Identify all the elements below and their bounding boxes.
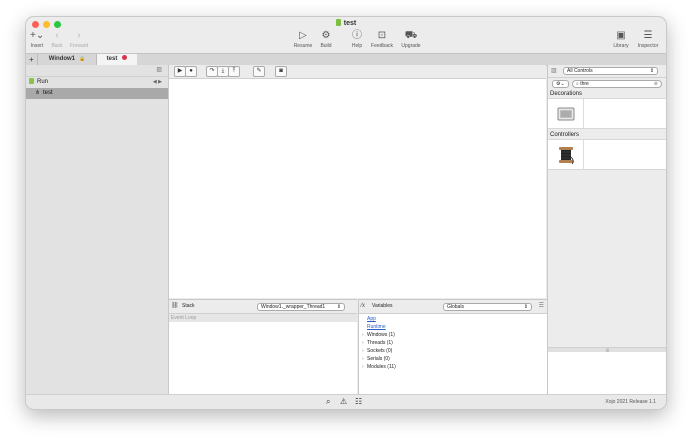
clear-search-icon[interactable]: ⊗ — [654, 81, 658, 88]
tab-test[interactable]: test — [97, 54, 137, 65]
library-button[interactable]: ▣ Library — [610, 29, 632, 49]
thread-spool-icon — [558, 146, 574, 164]
library-item-decoration[interactable] — [548, 99, 584, 128]
decorations-row — [548, 98, 666, 129]
chevron-updown-icon: ⇕ — [336, 304, 341, 310]
breakpoint-button[interactable]: ◙ — [275, 66, 287, 77]
code-editor[interactable]: ▶ ● ↷ ⤓ ⤒ ✎ ◙ — [169, 65, 546, 298]
chevron-updown-icon: ⇕ — [649, 68, 654, 74]
help-icon: ⓘ — [352, 30, 362, 41]
controls-filter-select[interactable]: All Controls ⇕ — [563, 67, 658, 75]
scope-select[interactable]: Globals ⇕ — [443, 303, 532, 311]
insert-button[interactable]: +⌄ Insert — [30, 29, 44, 49]
controllers-row — [548, 139, 666, 170]
messages-icon[interactable]: ☷ — [355, 397, 362, 406]
play-icon: ▷ — [299, 30, 307, 41]
step-in-icon: ⤓ — [221, 68, 225, 74]
list-icon: ☰ — [643, 30, 653, 41]
library-search-row: ⚙⌄ ⌕ thre ⊗ — [548, 78, 666, 90]
chevron-right-icon: › — [77, 30, 81, 41]
bug-icon — [122, 55, 128, 60]
run-icon — [29, 78, 34, 84]
version-label: Xojo 2021 Release 1.1 — [605, 399, 656, 405]
navigator-run-row[interactable]: Run ◀ ▶ — [26, 77, 168, 88]
library-description-area — [548, 352, 666, 394]
stack-pane: ⛓ Stack Window1._wrapper_Thread1 ⇕ Event … — [169, 299, 357, 395]
navigator-panel: ▥ Run ◀ ▶ ⋔ test — [26, 65, 169, 394]
library-item-thread[interactable] — [548, 140, 584, 169]
canvas-control-icon — [557, 107, 574, 120]
pane-menu-icon[interactable]: ☰ — [539, 300, 544, 313]
app-window: test +⌄ Insert ‹ Back › Forward ▷ Resume ⚙ Bu… — [25, 16, 667, 410]
variable-group-serials[interactable]: › Serials (0) — [359, 355, 547, 363]
build-button[interactable]: ⚙ Build — [317, 29, 335, 49]
lock-icon: 🔒 — [79, 56, 86, 62]
chevron-left-icon: ‹ — [55, 30, 59, 41]
debugger-toolbar: ▶ ● ↷ ⤓ ⤒ ✎ ◙ — [169, 65, 546, 79]
inspector-button[interactable]: ☰ Inspector — [635, 29, 661, 49]
warning-icon[interactable]: ⚠ — [340, 397, 347, 406]
variable-link-runtime[interactable]: Runtime — [359, 323, 547, 331]
breakpoint-icon: ◙ — [279, 68, 283, 74]
cart-icon: ⛟ — [404, 30, 418, 41]
back-button[interactable]: ‹ Back — [48, 29, 66, 49]
step-over-icon: ↷ — [209, 68, 215, 74]
variable-link-app[interactable]: App — [359, 315, 547, 323]
document-icon — [335, 19, 341, 26]
stop-debug-button[interactable]: ● — [185, 66, 197, 77]
resume-button[interactable]: ▷ Resume — [292, 29, 314, 49]
thread-select[interactable]: Window1._wrapper_Thread1 ⇕ — [257, 303, 345, 311]
variable-group-modules[interactable]: › Modules (11) — [359, 363, 547, 371]
variable-group-sockets[interactable]: › Sockets (0) — [359, 347, 547, 355]
variable-group-threads[interactable]: › Threads (1) — [359, 339, 547, 347]
panel-toggle-icon[interactable]: ▥ — [156, 66, 162, 73]
library-panel: ▥ All Controls ⇕ ⚙⌄ ⌕ thre ⊗ Decorations C… — [547, 65, 666, 394]
tab-window1[interactable]: Window1 🔒 — [38, 54, 97, 65]
stack-row[interactable]: Event Loop — [169, 314, 357, 322]
variables-header: ⁄x Variables Globals ⇕ ☰ — [359, 300, 547, 314]
status-bar: ⌕ ⚠ ☷ Xojo 2021 Release 1.1 — [26, 394, 666, 409]
variables-pane: ⁄x Variables Globals ⇕ ☰ App Runtime › Win… — [358, 299, 547, 395]
forward-button[interactable]: › Forward — [68, 29, 90, 49]
thread-icon: ⋔ — [34, 90, 41, 96]
feedback-icon: ⊡ — [377, 30, 387, 41]
stop-icon: ● — [189, 68, 193, 74]
controllers-label: Controllers — [550, 132, 580, 138]
chevron-updown-icon: ⇕ — [523, 304, 528, 310]
help-button[interactable]: ⓘ Help — [349, 29, 365, 49]
step-out-icon: ⤒ — [232, 68, 236, 74]
step-arrows-icon[interactable]: ◀ ▶ — [153, 77, 162, 88]
navigator-thread-row[interactable]: ⋔ test — [26, 88, 168, 99]
variables-icon: ⁄x — [361, 303, 366, 309]
edit-code-button[interactable]: ✎ — [253, 66, 265, 77]
library-search-input[interactable]: ⌕ thre ⊗ — [572, 80, 662, 88]
window-title: test — [26, 19, 666, 27]
search-options-button[interactable]: ⚙⌄ — [552, 80, 569, 88]
feedback-button[interactable]: ⊡ Feedback — [369, 29, 395, 49]
navigator-header: ▥ — [26, 65, 168, 77]
panel-toggle-icon[interactable]: ▥ — [551, 67, 557, 74]
step-out-button[interactable]: ⤒ — [228, 66, 240, 77]
pencil-icon: ✎ — [256, 68, 262, 74]
search-icon[interactable]: ⌕ — [326, 397, 330, 407]
add-tab-button[interactable]: + — [26, 54, 38, 65]
library-icon: ▣ — [616, 30, 626, 41]
toolbar: +⌄ Insert ‹ Back › Forward ▷ Resume ⚙ Build ⓘ… — [26, 29, 666, 53]
upgrade-button[interactable]: ⛟ Upgrade — [399, 29, 423, 49]
decorations-label: Decorations — [550, 91, 583, 97]
library-header: ▥ All Controls ⇕ — [548, 65, 666, 78]
stack-header: ⛓ Stack Window1._wrapper_Thread1 ⇕ — [169, 300, 357, 314]
gear-icon: ⚙⌄ — [556, 81, 565, 87]
plus-icon: +⌄ — [30, 30, 45, 41]
variable-group-windows[interactable]: › Windows (1) — [359, 331, 547, 339]
build-gears-icon: ⚙ — [321, 30, 331, 41]
play-icon: ▶ — [177, 68, 183, 74]
link-icon: ⛓ — [171, 303, 179, 309]
